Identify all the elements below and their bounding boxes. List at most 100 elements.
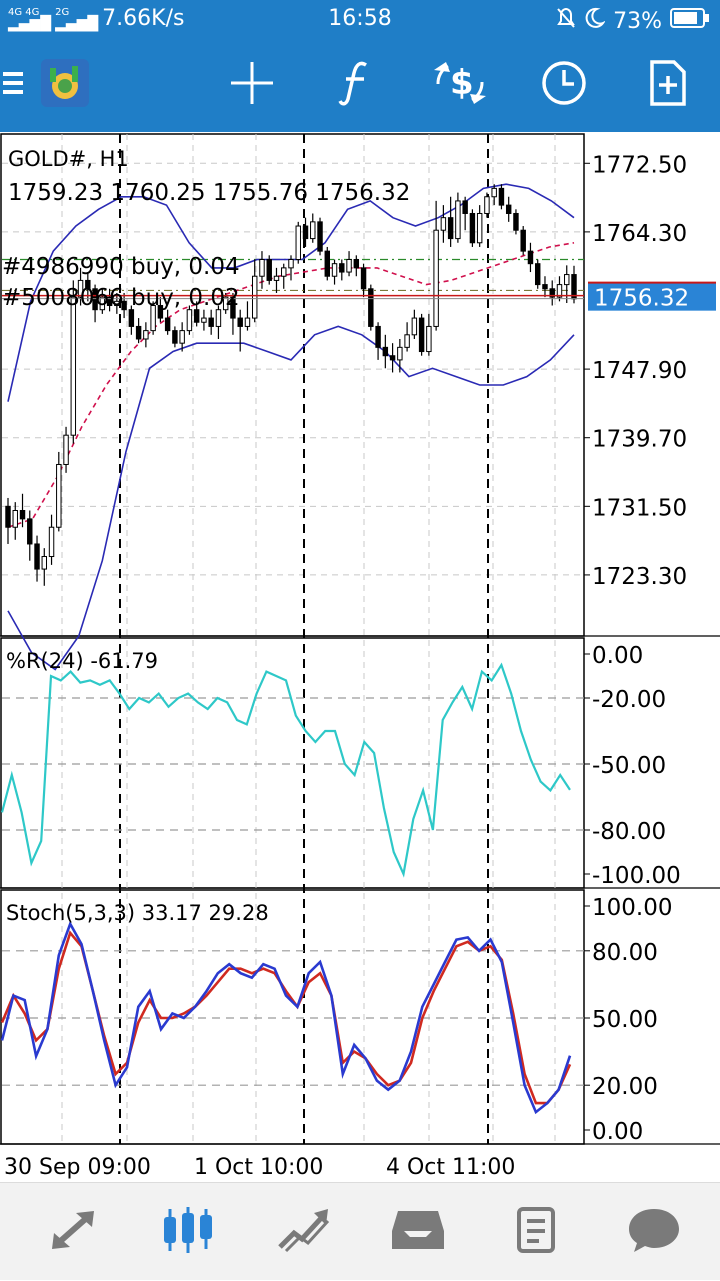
candle-body xyxy=(288,259,294,269)
candle-body xyxy=(19,510,26,520)
new-document-icon xyxy=(648,60,688,110)
candle-body xyxy=(172,330,178,344)
candlestick-chart-icon xyxy=(160,1205,216,1259)
candle-body xyxy=(295,225,301,260)
candle-body xyxy=(244,317,251,327)
stoch-tick-label: 0.00 xyxy=(592,1119,643,1145)
journal-icon xyxy=(513,1205,559,1259)
symbol-label: GOLD#, H1 xyxy=(8,147,129,171)
trade-icon: $ xyxy=(432,58,488,112)
toolbar: $ xyxy=(0,38,720,132)
function-icon xyxy=(338,59,374,111)
wr-line xyxy=(0,662,571,878)
app-logo[interactable] xyxy=(38,38,92,132)
candle-body xyxy=(143,330,149,340)
wr-tick-label: -50.00 xyxy=(592,753,666,779)
nav-quotes[interactable] xyxy=(24,1183,124,1281)
time-axis-label: 1 Oct 10:00 xyxy=(194,1155,323,1180)
candle-body xyxy=(317,221,323,252)
chart-area[interactable]: 1772.50 1764.30 1747.90 1739.70 1731.50 1723.… xyxy=(0,132,720,1182)
candle-body xyxy=(41,556,48,570)
order-label-2: #5008066 buy, 0.02 xyxy=(2,285,240,311)
status-right: 73% xyxy=(555,6,710,36)
candle-body xyxy=(237,317,243,327)
ohlc-label: 1759.23 1760.25 1755.76 1756.32 xyxy=(8,180,410,206)
candle-body xyxy=(462,200,468,214)
candle-body xyxy=(48,526,55,558)
candle-body xyxy=(527,250,534,265)
stoch-tick-label: 80.00 xyxy=(592,940,658,966)
candle-body xyxy=(259,259,265,277)
wr-label: %R(24) -61.79 xyxy=(6,649,158,673)
price-tick-label: 1731.50 xyxy=(592,495,687,521)
candle-body xyxy=(208,317,214,327)
candle-body xyxy=(447,217,454,240)
candle-body xyxy=(193,309,200,323)
candle-body xyxy=(426,325,432,353)
candle-body xyxy=(63,434,69,465)
status-bar: 4G 4G ▂▄▆█ 2G ▂▄▆█ 7.66K/s 16:58 73% xyxy=(0,0,720,38)
nav-chart[interactable] xyxy=(138,1183,238,1281)
candle-body xyxy=(128,309,135,327)
candle-body xyxy=(476,212,483,244)
period-button[interactable] xyxy=(534,38,594,132)
wr-tick-label: 0.00 xyxy=(592,643,643,669)
price-tick-label: 1739.70 xyxy=(592,427,687,453)
candle-body xyxy=(389,355,396,361)
wr-tick-label: -100.00 xyxy=(592,863,681,889)
price-tick-label: 1764.30 xyxy=(592,221,687,247)
candle-body xyxy=(368,288,374,327)
candle-body xyxy=(440,217,447,231)
candle-body xyxy=(215,309,222,327)
wr-tick-label: -80.00 xyxy=(592,819,666,845)
nav-journal[interactable] xyxy=(486,1183,586,1281)
candle-body xyxy=(505,204,512,214)
bollinger-lower-line xyxy=(7,325,575,671)
candle-body xyxy=(484,196,490,214)
candle-body xyxy=(534,263,541,286)
current-price-label: 1756.32 xyxy=(594,286,689,312)
nav-history[interactable] xyxy=(368,1183,468,1281)
nav-messages[interactable] xyxy=(604,1183,704,1281)
candle-body xyxy=(281,267,287,277)
app-logo-icon xyxy=(40,58,90,112)
candle-body xyxy=(331,263,338,277)
chart-canvas[interactable]: 1772.50 1764.30 1747.90 1739.70 1731.50 1723.… xyxy=(0,132,720,1182)
candle-body xyxy=(360,267,367,290)
nav-trade[interactable] xyxy=(254,1183,354,1281)
clock-icon xyxy=(541,60,587,110)
stoch-tick-label: 20.00 xyxy=(592,1074,658,1100)
stoch-tick-label: 50.00 xyxy=(592,1007,658,1033)
menu-button[interactable] xyxy=(0,38,28,132)
new-order-button[interactable] xyxy=(638,38,698,132)
time-axis-label: 4 Oct 11:00 xyxy=(386,1155,515,1180)
candle-body xyxy=(513,212,519,231)
trade-button[interactable]: $ xyxy=(430,38,490,132)
time-axis-label: 30 Sep 09:00 xyxy=(4,1155,151,1180)
candle-body xyxy=(324,250,331,277)
stoch-label: Stoch(5,3,3) 33.17 29.28 xyxy=(6,901,269,925)
candle-body xyxy=(56,463,62,528)
candle-body xyxy=(411,317,418,336)
indicators-button[interactable] xyxy=(326,38,386,132)
candle-body xyxy=(433,229,439,327)
stoch-panel-frame xyxy=(0,889,585,1145)
crosshair-button[interactable] xyxy=(222,38,282,132)
candle-body xyxy=(273,275,280,281)
trade-trend-icon xyxy=(276,1207,332,1257)
candle-body xyxy=(498,187,505,206)
menu-icon xyxy=(3,68,25,102)
candle-body xyxy=(346,259,352,273)
candle-body xyxy=(455,200,461,240)
order-label-1: #4986990 buy, 0.04 xyxy=(2,254,240,280)
candle-body xyxy=(135,325,142,340)
price-tick-label: 1747.90 xyxy=(592,358,687,384)
quotes-arrows-icon xyxy=(46,1207,102,1257)
candle-body xyxy=(353,259,360,269)
candle-body xyxy=(564,274,570,286)
crosshair-icon xyxy=(229,60,275,110)
battery-percent: 73% xyxy=(613,8,662,34)
candle-body xyxy=(27,518,33,545)
candle-body xyxy=(310,221,316,240)
candle-body xyxy=(12,510,18,528)
